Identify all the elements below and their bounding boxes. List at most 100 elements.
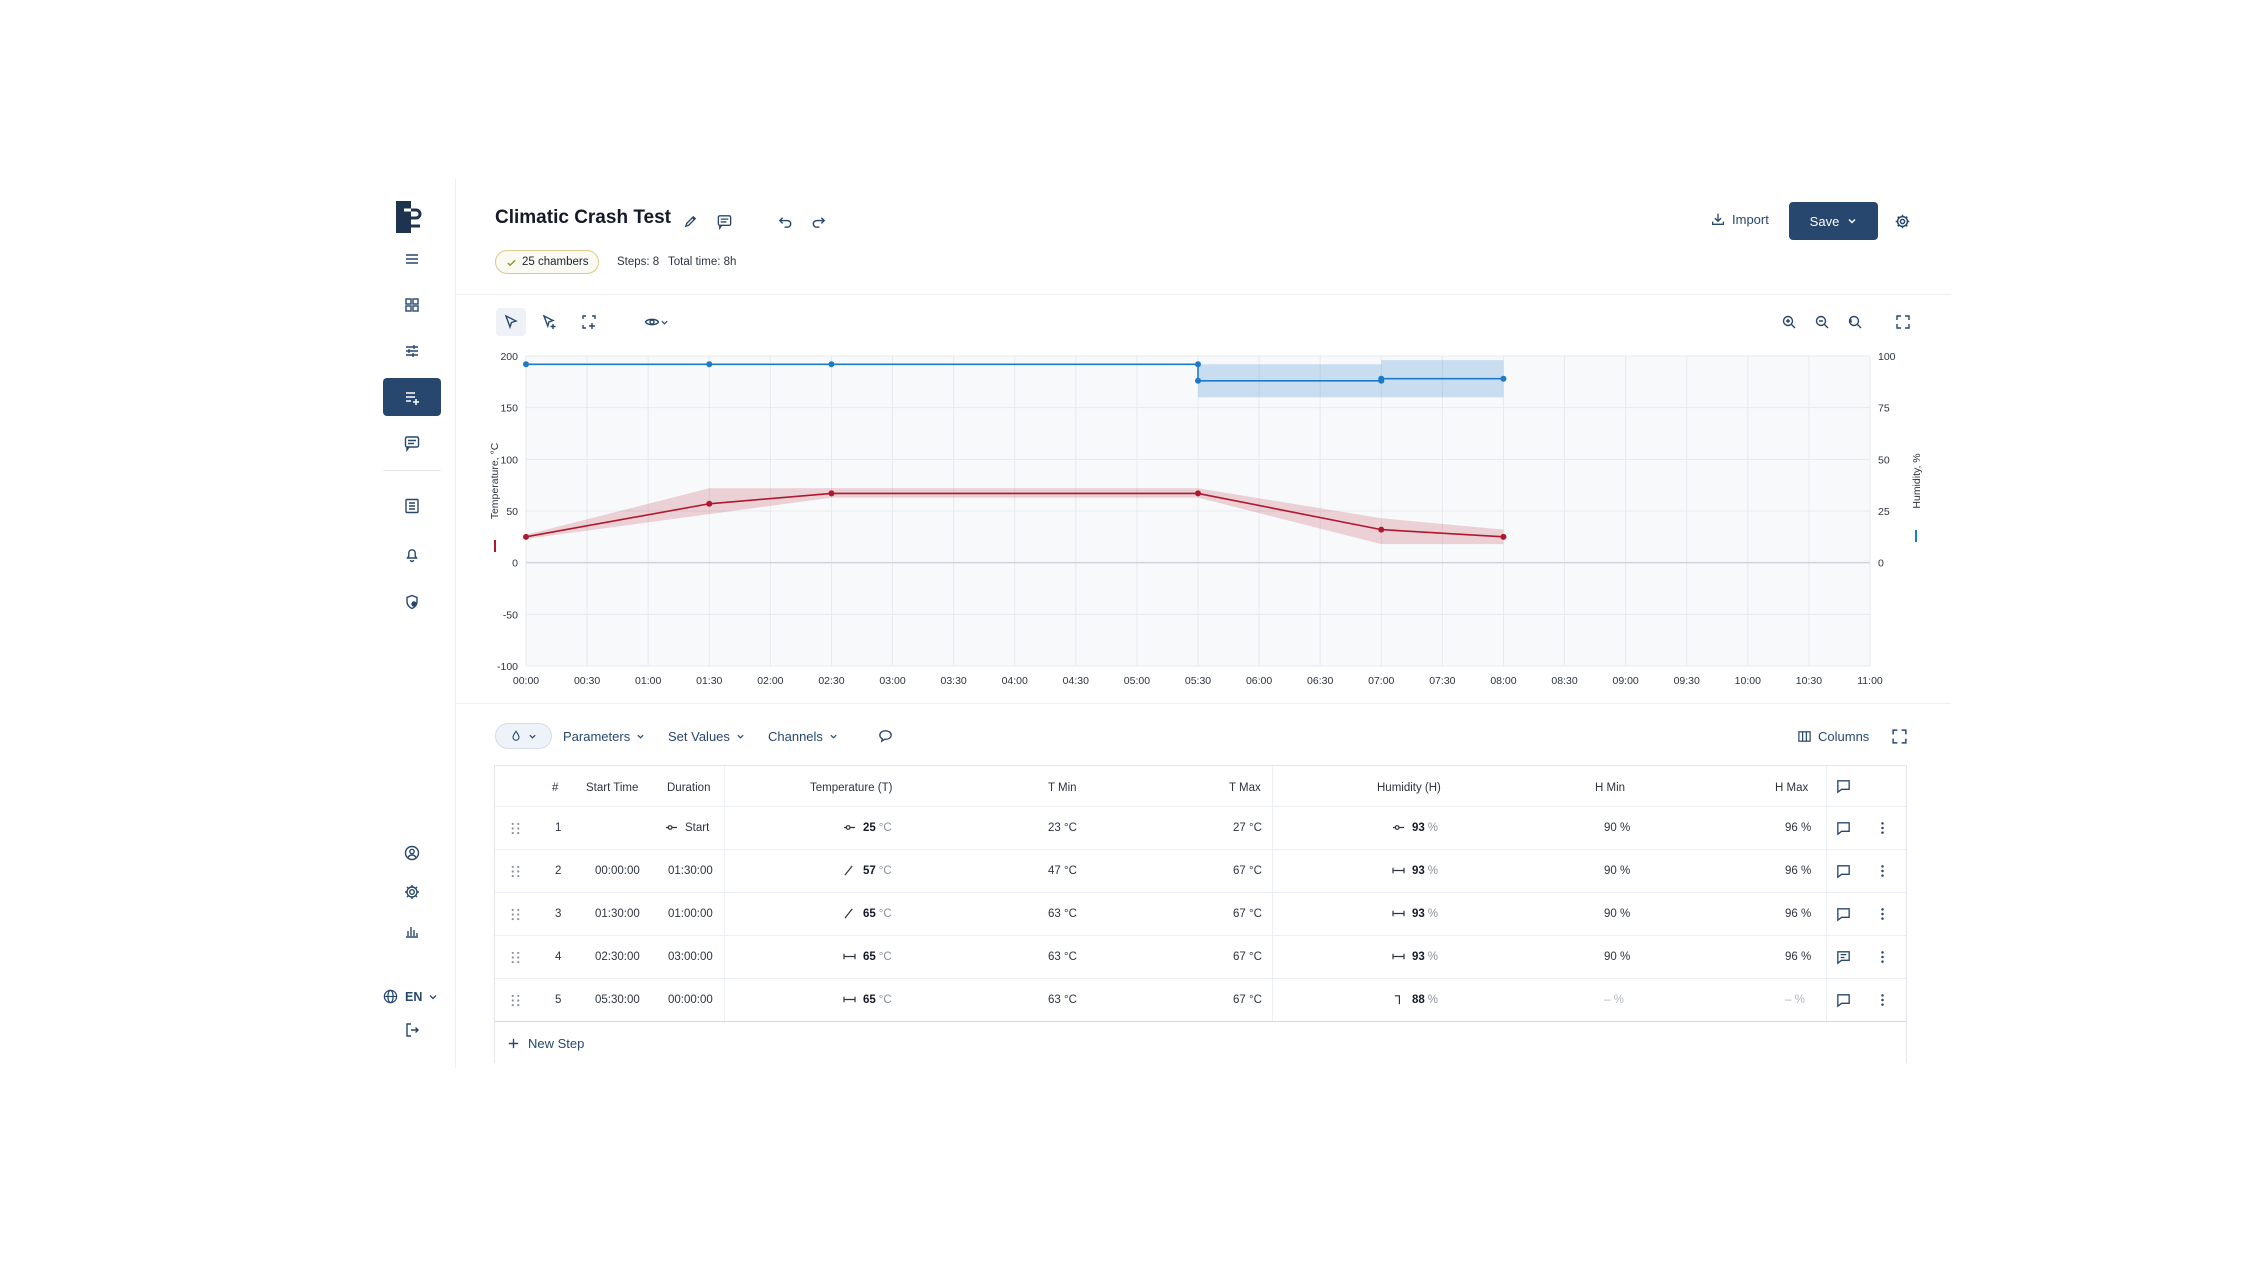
cell-duration[interactable]: 03:00:00 <box>668 951 713 963</box>
channels-dropdown[interactable]: Channels <box>768 729 838 744</box>
sidebar-item-settings[interactable] <box>383 873 441 911</box>
cell-duration[interactable]: 01:00:00 <box>668 908 713 920</box>
cell-h-min[interactable]: 90 % <box>1604 822 1630 834</box>
cell-humidity[interactable]: 93% <box>1391 822 1438 834</box>
step-comments-toggle[interactable] <box>874 725 896 747</box>
parameters-dropdown[interactable]: Parameters <box>563 729 645 744</box>
cell-duration[interactable]: Start <box>664 822 709 834</box>
cell-temperature[interactable]: 25 °C <box>842 822 892 834</box>
cell-humidity[interactable]: 93% <box>1391 865 1438 877</box>
set-values-dropdown[interactable]: Set Values <box>668 729 745 744</box>
sidebar-item-statistics[interactable] <box>383 912 441 950</box>
app-logo[interactable] <box>383 198 441 236</box>
visibility-dropdown[interactable] <box>636 308 676 336</box>
select-tool[interactable] <box>496 308 526 336</box>
sidebar-item-messages[interactable] <box>383 424 441 462</box>
cell-h-min[interactable]: – % <box>1604 994 1624 1006</box>
zoom-in-button[interactable] <box>1774 308 1804 336</box>
cell-h-min[interactable]: 90 % <box>1604 865 1630 877</box>
row-comment-button[interactable] <box>1834 905 1852 923</box>
cell-t-min[interactable]: 47 °C <box>1048 865 1077 877</box>
comments-button[interactable] <box>713 210 735 232</box>
cell-h-max[interactable]: 96 % <box>1785 822 1811 834</box>
cell-humidity[interactable]: 93% <box>1391 908 1438 920</box>
cell-h-min[interactable]: 90 % <box>1604 951 1630 963</box>
cell-t-max[interactable]: 67 °C <box>1233 908 1262 920</box>
drag-handle-icon[interactable] <box>506 819 524 837</box>
sidebar-item-logs[interactable] <box>383 487 441 525</box>
drag-handle-icon[interactable] <box>506 991 524 1009</box>
profile-chart[interactable]: 00:00 00:30 01:00 01:30 02:00 02:30 03:00 03:30… <box>478 340 1938 690</box>
row-comment-button[interactable] <box>1834 819 1852 837</box>
cell-start-time[interactable]: 05:30:00 <box>595 994 640 1006</box>
cell-start-time[interactable]: 00:00:00 <box>595 865 640 877</box>
filter-dropdown[interactable] <box>495 723 552 749</box>
row-more-button[interactable] <box>1873 862 1891 880</box>
row-comment-button[interactable] <box>1834 948 1852 966</box>
hold-icon <box>1393 825 1404 831</box>
edit-title-button[interactable] <box>679 210 701 232</box>
profile-settings-button[interactable] <box>1891 210 1913 232</box>
redo-button[interactable] <box>807 210 829 232</box>
cell-duration[interactable]: 00:00:00 <box>668 994 713 1006</box>
menu-button[interactable] <box>383 240 441 278</box>
zoom-in-icon <box>1782 315 1796 329</box>
cell-humidity[interactable]: 93% <box>1391 951 1438 963</box>
new-step-button[interactable]: New Step <box>507 1036 584 1051</box>
sidebar-item-account[interactable] <box>383 834 441 872</box>
multi-select-tool[interactable] <box>535 308 565 336</box>
cell-t-max[interactable]: 67 °C <box>1233 951 1262 963</box>
cell-h-max[interactable]: 96 % <box>1785 865 1811 877</box>
cell-t-min[interactable]: 23 °C <box>1048 822 1077 834</box>
cell-h-max[interactable]: 96 % <box>1785 951 1811 963</box>
language-selector[interactable]: EN <box>382 988 438 1005</box>
cell-duration[interactable]: 01:30:00 <box>668 865 713 877</box>
cell-h-max[interactable]: 96 % <box>1785 908 1811 920</box>
table-fullscreen-button[interactable] <box>1888 725 1910 747</box>
cell-t-max[interactable]: 27 °C <box>1233 822 1262 834</box>
columns-button[interactable]: Columns <box>1797 729 1869 744</box>
drag-handle-icon[interactable] <box>506 948 524 966</box>
temperature-unit: °C <box>878 865 892 877</box>
chart-fullscreen-button[interactable] <box>1888 308 1918 336</box>
save-button[interactable]: Save <box>1789 202 1878 240</box>
zoom-reset-button[interactable] <box>1840 308 1870 336</box>
area-select-tool[interactable] <box>574 308 604 336</box>
cell-h-max[interactable]: – % <box>1785 994 1805 1006</box>
cell-start-time[interactable]: 01:30:00 <box>595 908 640 920</box>
cell-temperature[interactable]: 65 °C <box>842 994 892 1006</box>
row-comment-button[interactable] <box>1834 862 1852 880</box>
sidebar-item-dashboard[interactable] <box>383 286 441 324</box>
sidebar-item-profiles[interactable] <box>383 378 441 416</box>
cell-start-time[interactable]: 02:30:00 <box>595 951 640 963</box>
cell-h-min[interactable]: 90 % <box>1604 908 1630 920</box>
row-more-button[interactable] <box>1873 905 1891 923</box>
cell-temperature[interactable]: 65 °C <box>842 951 892 963</box>
chambers-chip[interactable]: 25 chambers <box>495 250 600 274</box>
row-comment-button[interactable] <box>1834 991 1852 1009</box>
cell-t-max[interactable]: 67 °C <box>1233 994 1262 1006</box>
page-title: Climatic Crash Test <box>495 207 671 228</box>
import-button[interactable]: Import <box>1710 211 1769 227</box>
zoom-out-button[interactable] <box>1807 308 1837 336</box>
sidebar-item-controls[interactable] <box>383 332 441 370</box>
row-more-button[interactable] <box>1873 991 1891 1009</box>
drag-handle-icon[interactable] <box>506 905 524 923</box>
drag-handle-icon[interactable] <box>506 862 524 880</box>
undo-button[interactable] <box>774 210 796 232</box>
cell-t-min[interactable]: 63 °C <box>1048 951 1077 963</box>
row-more-button[interactable] <box>1873 948 1891 966</box>
cell-temperature[interactable]: 65 °C <box>842 908 892 920</box>
sidebar-item-certificates[interactable] <box>383 583 441 621</box>
cell-temperature[interactable]: 57 °C <box>842 865 892 877</box>
logout-icon <box>406 1023 419 1037</box>
cell-t-min[interactable]: 63 °C <box>1048 908 1077 920</box>
cell-humidity[interactable]: 88% <box>1391 994 1438 1006</box>
logout-button[interactable] <box>383 1011 441 1049</box>
cell-t-min[interactable]: 63 °C <box>1048 994 1077 1006</box>
cell-t-max[interactable]: 67 °C <box>1233 865 1262 877</box>
plus-icon <box>508 1038 519 1049</box>
chart-separator <box>456 703 1951 704</box>
row-more-button[interactable] <box>1873 819 1891 837</box>
sidebar-item-alerts[interactable] <box>383 535 441 573</box>
